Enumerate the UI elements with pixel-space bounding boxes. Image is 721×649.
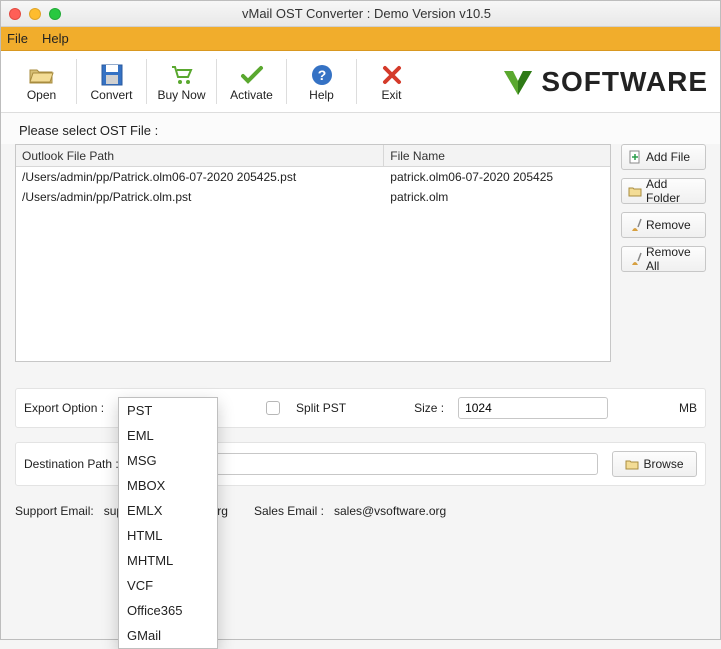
option-mhtml[interactable]: MHTML [119, 548, 217, 573]
folder-icon [625, 457, 639, 471]
table-row[interactable]: /Users/admin/pp/Patrick.olm.pst patrick.… [16, 187, 610, 207]
convert-label: Convert [90, 88, 132, 102]
option-html[interactable]: HTML [119, 523, 217, 548]
close-icon[interactable] [9, 8, 21, 20]
window-controls [9, 8, 61, 20]
open-label: Open [27, 88, 56, 102]
cell-name: patrick.olm06-07-2020 205425 [384, 167, 610, 187]
activate-label: Activate [230, 88, 273, 102]
add-file-button[interactable]: Add File [621, 144, 706, 170]
remove-all-button[interactable]: Remove All [621, 246, 706, 272]
toolbar: Open Convert Buy Now Activate ? Help Exi… [1, 51, 720, 113]
maximize-icon[interactable] [49, 8, 61, 20]
add-folder-label: Add Folder [646, 177, 699, 205]
option-msg[interactable]: MSG [119, 448, 217, 473]
cell-path: /Users/admin/pp/Patrick.olm.pst [16, 187, 384, 207]
browse-label: Browse [643, 457, 683, 471]
menu-file[interactable]: File [7, 31, 28, 46]
size-unit: MB [679, 401, 697, 415]
prompt-label: Please select OST File : [1, 113, 720, 144]
exit-button[interactable]: Exit [359, 51, 424, 112]
floppy-icon [101, 62, 123, 88]
option-mbox[interactable]: MBOX [119, 473, 217, 498]
option-emlx[interactable]: EMLX [119, 498, 217, 523]
help-label: Help [309, 88, 334, 102]
split-pst-label: Split PST [296, 401, 346, 415]
option-gmail[interactable]: GMail [119, 623, 217, 648]
export-row: Export Option : PST PST EML MSG MBOX EML… [15, 388, 706, 428]
remove-all-label: Remove All [646, 245, 699, 273]
support-label: Support Email: [15, 504, 94, 518]
remove-button[interactable]: Remove [621, 212, 706, 238]
sales-email: sales@vsoftware.org [334, 504, 446, 518]
split-pst-checkbox[interactable] [266, 401, 280, 415]
cell-name: patrick.olm [384, 187, 610, 207]
option-vcf[interactable]: VCF [119, 573, 217, 598]
sales-label: Sales Email : [254, 504, 324, 518]
cart-icon [170, 62, 194, 88]
logo-icon [501, 65, 535, 99]
browse-button[interactable]: Browse [612, 451, 697, 477]
table-row[interactable]: /Users/admin/pp/Patrick.olm06-07-2020 20… [16, 167, 610, 187]
add-folder-button[interactable]: Add Folder [621, 178, 706, 204]
export-label: Export Option : [24, 401, 104, 415]
side-buttons: Add File Add Folder Remove Remove All [621, 144, 706, 362]
cell-path: /Users/admin/pp/Patrick.olm06-07-2020 20… [16, 167, 384, 187]
file-add-icon [628, 150, 642, 164]
buy-button[interactable]: Buy Now [149, 51, 214, 112]
list-header: Outlook File Path File Name [16, 145, 610, 167]
option-pst[interactable]: PST [119, 398, 217, 423]
convert-button[interactable]: Convert [79, 51, 144, 112]
broom-icon [628, 252, 642, 266]
col-path[interactable]: Outlook File Path [16, 145, 384, 166]
folder-open-icon [29, 62, 55, 88]
brand-logo: SOFTWARE [424, 51, 720, 112]
minimize-icon[interactable] [29, 8, 41, 20]
remove-label: Remove [646, 218, 691, 232]
check-icon [240, 62, 264, 88]
logo-text: SOFTWARE [541, 66, 708, 98]
col-name[interactable]: File Name [384, 145, 610, 166]
size-label: Size : [414, 401, 444, 415]
menubar: File Help [1, 27, 720, 51]
help-icon: ? [311, 62, 333, 88]
titlebar: vMail OST Converter : Demo Version v10.5 [1, 1, 720, 27]
buy-label: Buy Now [157, 88, 205, 102]
option-eml[interactable]: EML [119, 423, 217, 448]
folder-icon [628, 184, 642, 198]
add-file-label: Add File [646, 150, 690, 164]
exit-label: Exit [381, 88, 401, 102]
dest-label: Destination Path : [24, 457, 119, 471]
size-input[interactable] [458, 397, 608, 419]
broom-icon [628, 218, 642, 232]
svg-text:?: ? [317, 67, 326, 83]
window-title: vMail OST Converter : Demo Version v10.5 [77, 6, 656, 21]
option-o365[interactable]: Office365 [119, 598, 217, 623]
activate-button[interactable]: Activate [219, 51, 284, 112]
menu-help[interactable]: Help [42, 31, 69, 46]
file-list[interactable]: Outlook File Path File Name /Users/admin… [15, 144, 611, 362]
close-x-icon [382, 62, 402, 88]
export-dropdown[interactable]: PST EML MSG MBOX EMLX HTML MHTML VCF Off… [118, 397, 218, 649]
open-button[interactable]: Open [9, 51, 74, 112]
export-select[interactable]: PST PST EML MSG MBOX EMLX HTML MHTML VCF… [118, 397, 208, 419]
help-button[interactable]: ? Help [289, 51, 354, 112]
